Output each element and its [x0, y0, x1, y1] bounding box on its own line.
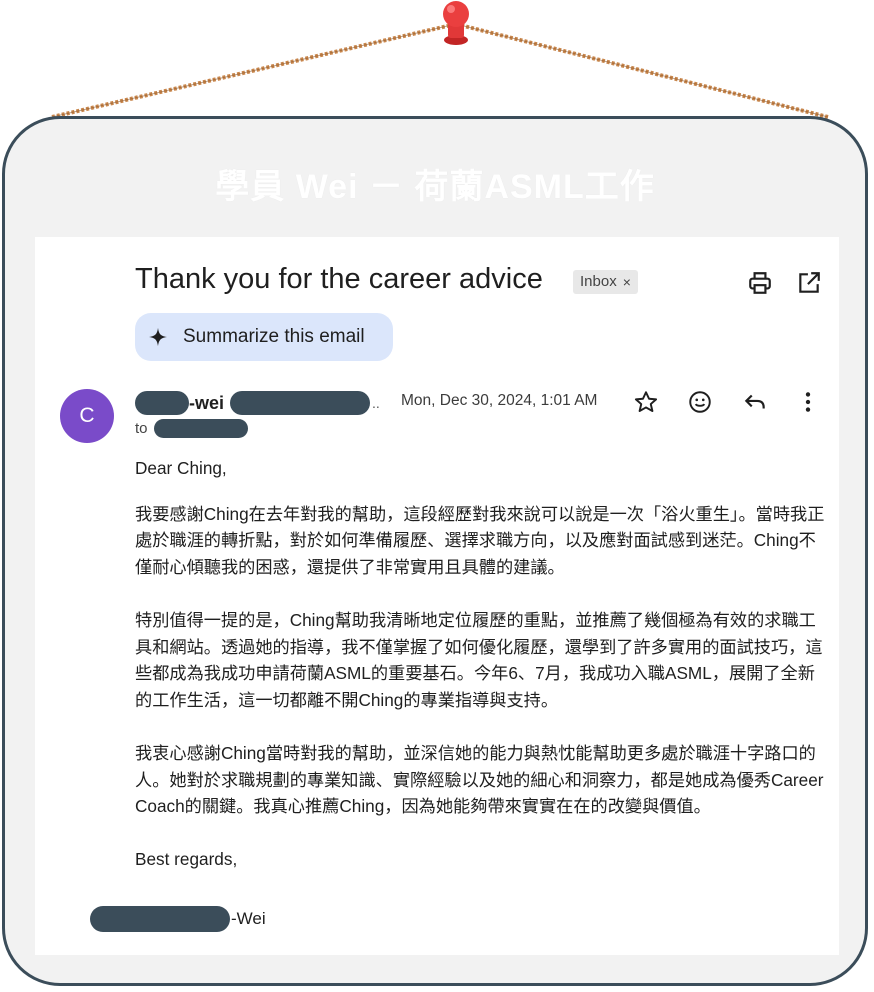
- sender-line[interactable]: -wei ..: [135, 391, 380, 415]
- body-paragraph-2: 特別值得一提的是，Ching幫助我清晰地定位履歷的重點，並推薦了幾個極為有效的求…: [135, 609, 823, 710]
- closing: Best regards,: [135, 849, 238, 870]
- print-icon[interactable]: [747, 270, 773, 296]
- sender-avatar[interactable]: C: [60, 389, 114, 443]
- signature-suffix: -Wei: [231, 909, 266, 928]
- remove-label-icon[interactable]: ×: [623, 270, 631, 294]
- pushpin-icon: [443, 1, 469, 45]
- recipient-line[interactable]: to: [135, 419, 248, 438]
- body-paragraph-1: 我要感謝Ching在去年對我的幫助，這段經歷對我來說可以說是一次「浴火重生」。當…: [135, 503, 825, 577]
- redacted-email: [230, 391, 371, 415]
- email-date: Mon, Dec 30, 2024, 1:01 AM: [401, 392, 598, 409]
- sender-name-visible: -wei: [189, 392, 225, 413]
- label-text: Inbox: [580, 273, 617, 290]
- summarize-label: Summarize this email: [183, 326, 365, 347]
- redacted-name: [135, 391, 189, 415]
- summarize-email-button[interactable]: Summarize this email: [135, 313, 393, 361]
- redacted-signature: [90, 906, 230, 932]
- more-vert-icon[interactable]: [795, 389, 821, 415]
- email-view: Thank you for the career advice Inbox × …: [35, 237, 839, 955]
- body-paragraph-3: 我衷心感謝Ching當時對我的幫助，並深信她的能力與熱忱能幫助更多處於職涯十字路…: [135, 742, 824, 817]
- sender-ellipsis: ..: [372, 395, 380, 411]
- signature: -Wei: [90, 906, 266, 932]
- to-prefix: to: [135, 420, 148, 437]
- inbox-label-chip: Inbox ×: [573, 270, 638, 294]
- star-icon[interactable]: [633, 389, 659, 415]
- reply-icon[interactable]: [742, 389, 768, 415]
- sparkle-icon: [148, 327, 168, 347]
- emoji-icon[interactable]: [687, 389, 713, 415]
- email-body: Dear Ching, 我要感謝Ching在去年對我的幫助，這段經歷對我來說可以…: [135, 455, 825, 900]
- redacted-recipient: [153, 419, 248, 438]
- open-in-new-window-icon[interactable]: [796, 270, 822, 296]
- card-title: 學員 Wei － 荷蘭ASML工作: [215, 168, 655, 206]
- email-subject: Thank you for the career advice: [135, 263, 543, 295]
- greeting: Dear Ching,: [135, 458, 227, 478]
